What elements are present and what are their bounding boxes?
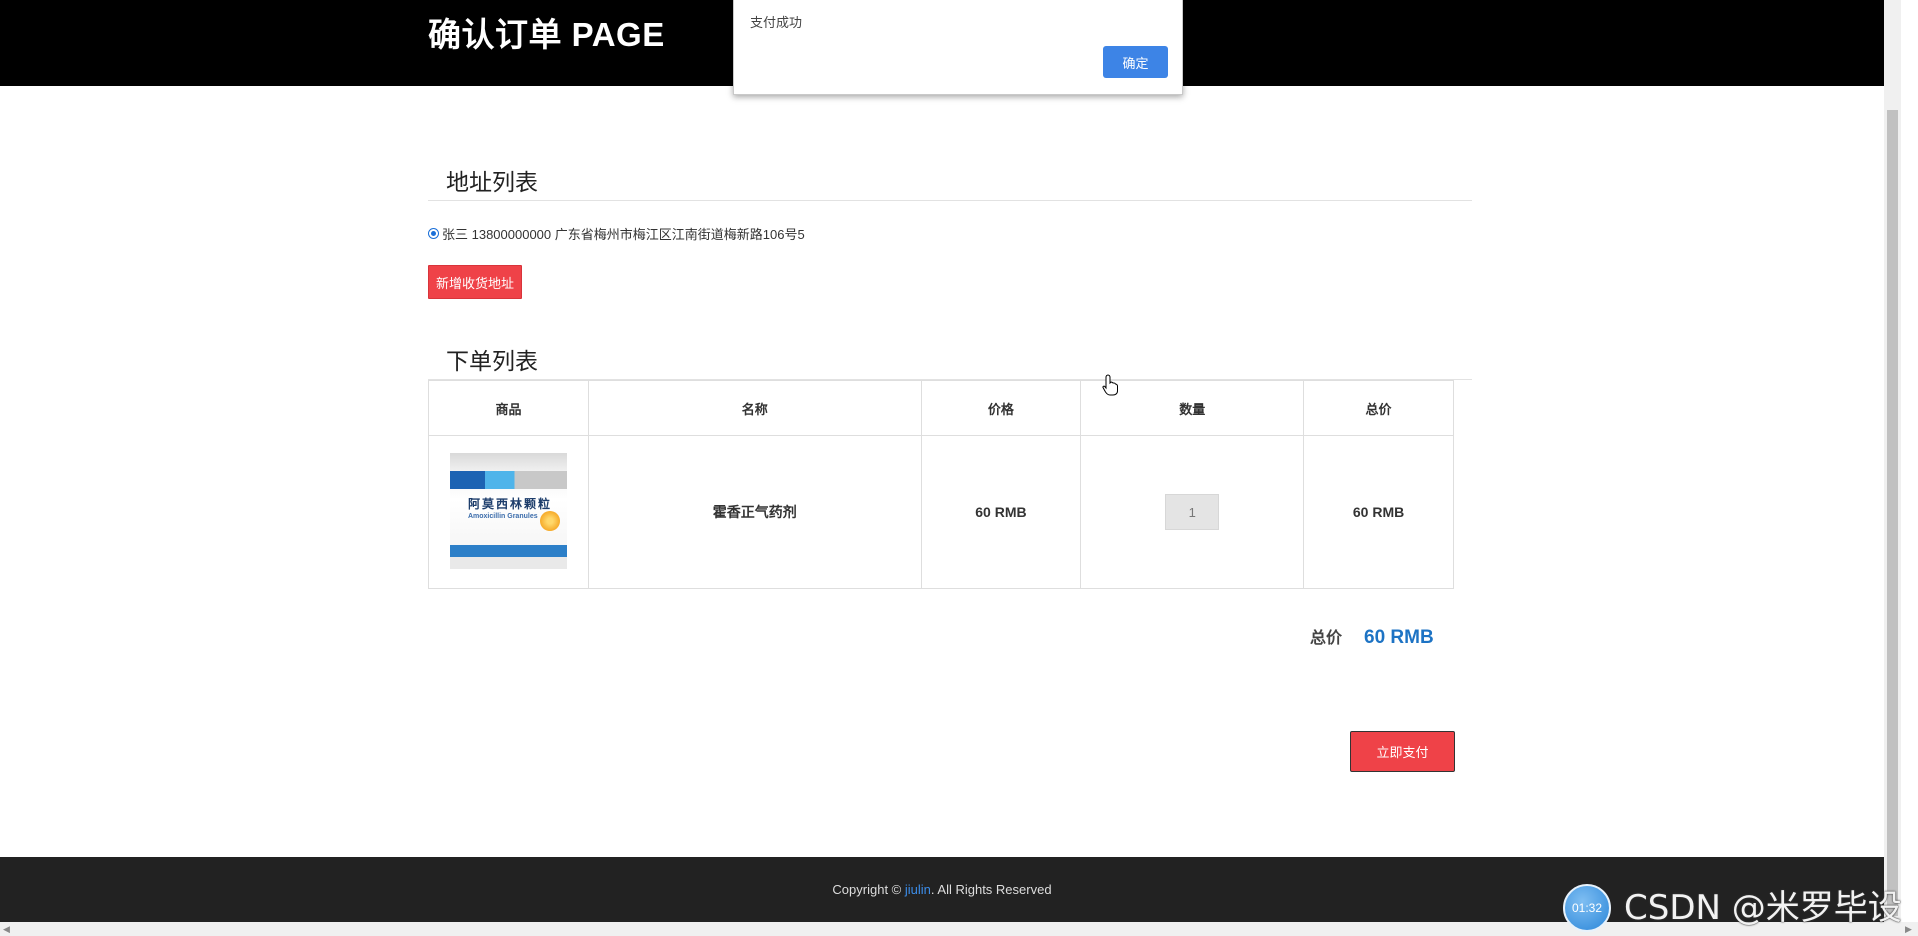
alert-dialog: 支付成功 确定 — [733, 0, 1183, 95]
footer-copyright-prefix: Copyright © — [832, 882, 905, 897]
scroll-right-icon[interactable]: ▶ — [1905, 924, 1912, 935]
dialog-ok-button[interactable]: 确定 — [1103, 46, 1168, 78]
hand-cursor-icon — [1102, 374, 1118, 396]
column-header-price: 价格 — [920, 380, 1082, 436]
order-list-heading: 下单列表 — [428, 342, 1472, 380]
address-text: 张三 13800000000 广东省梅州市梅江区江南街道梅新路106号5 — [442, 227, 805, 242]
scrollbar-thumb[interactable] — [1887, 110, 1898, 916]
footer-copyright-suffix: . All Rights Reserved — [930, 882, 1052, 897]
product-price-cell: 60 RMB — [920, 435, 1082, 589]
order-total: 总价 60 RMB — [1310, 624, 1434, 649]
scroll-left-icon[interactable]: ◀ — [3, 924, 10, 935]
page-title: 确认订单 PAGE — [428, 16, 665, 53]
table-row: 阿莫西林颗粒 Amoxicillin Granules 霍香正气药剂 60 RM… — [428, 435, 1454, 589]
vertical-scrollbar[interactable] — [1884, 0, 1901, 922]
column-header-product: 商品 — [428, 380, 589, 436]
right-gutter — [1901, 0, 1918, 922]
total-label: 总价 — [1310, 630, 1343, 647]
address-list-heading: 地址列表 — [428, 163, 1472, 201]
watermark-text: CSDN @米罗毕设 — [1624, 888, 1902, 928]
footer-link[interactable]: jiulin — [905, 882, 931, 897]
order-table: 商品 名称 价格 数量 总价 阿莫西林颗粒 Amoxicillin Granul… — [428, 380, 1454, 589]
table-header-row: 商品 名称 价格 数量 总价 — [428, 380, 1454, 436]
add-address-button[interactable]: 新增收货地址 — [428, 265, 522, 299]
product-image-text: 阿莫西林颗粒 — [467, 496, 552, 511]
recording-timer-badge: 01:32 — [1563, 884, 1611, 932]
total-value: 60 RMB — [1364, 627, 1434, 648]
quantity-cell: 1 — [1080, 435, 1305, 589]
product-image: 阿莫西林颗粒 Amoxicillin Granules — [449, 452, 567, 569]
pay-now-button[interactable]: 立即支付 — [1350, 731, 1455, 772]
address-option[interactable]: 张三 13800000000 广东省梅州市梅江区江南街道梅新路106号5 — [428, 224, 805, 243]
column-header-total: 总价 — [1303, 380, 1454, 436]
address-radio[interactable] — [428, 228, 439, 239]
product-name-cell: 霍香正气药剂 — [587, 435, 922, 589]
column-header-name: 名称 — [587, 380, 922, 436]
dialog-message: 支付成功 — [750, 15, 803, 30]
quantity-input[interactable]: 1 — [1165, 494, 1220, 530]
product-cell: 阿莫西林颗粒 Amoxicillin Granules — [428, 435, 589, 589]
subtotal-cell: 60 RMB — [1303, 435, 1454, 589]
